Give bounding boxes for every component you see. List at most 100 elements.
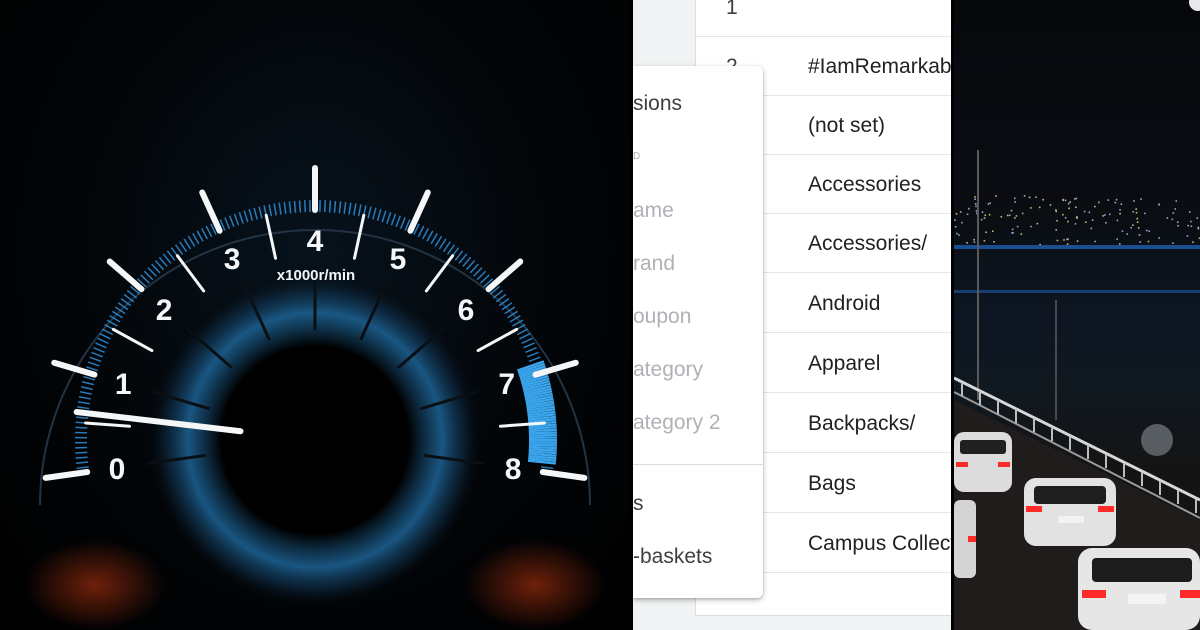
fine-tick [174,244,184,255]
gauge-number: 5 [390,243,407,276]
city-light [1138,234,1141,236]
city-light [1011,228,1014,231]
fine-tick [233,213,240,226]
major-tick [485,258,524,293]
city-light [1148,230,1150,232]
fine-tick [77,401,91,405]
fine-tick [399,217,406,229]
car [954,500,976,578]
dropdown-item[interactable]: ategory 2 [633,409,721,437]
fine-tick [273,203,277,216]
city-light [1140,198,1142,200]
city-light [1088,211,1091,214]
minor-tick [175,254,206,293]
fine-tick [158,256,168,267]
fine-tick [253,207,258,220]
waterfront-lights [954,245,1200,249]
row-label: #IamRemarkable [808,55,951,78]
city-light [985,231,987,234]
city-light [974,196,976,198]
dropdown-item[interactable]: ame [633,197,674,225]
fine-tick [154,260,165,271]
dropdown-item[interactable]: oupon [633,303,691,331]
dropdown-item[interactable]: rand [633,250,675,278]
dimension-dropdown-menu[interactable]: sions D ame rand oupon ategory ategory 2… [633,66,763,598]
fine-tick [93,346,105,353]
fine-tick [147,267,157,277]
city-light [974,198,976,201]
city-light [1075,197,1078,200]
city-light [1144,212,1146,215]
fine-tick [183,238,192,250]
city-light [959,211,962,213]
dropdown-item[interactable]: D [633,143,640,171]
city-light [954,219,956,221]
redline-tick [528,450,557,455]
city-light [1067,202,1070,205]
fine-tick [228,215,235,228]
gauge-number: 6 [458,294,475,327]
city-light [1085,221,1087,224]
city-light [1014,217,1016,219]
fine-tick [469,263,479,274]
city-light [1042,198,1045,201]
night-highway-scene [954,0,1200,630]
fine-tick [268,204,273,217]
city-light [1064,216,1067,219]
car [1024,478,1116,546]
fine-tick [480,274,490,284]
dropdown-item[interactable]: ategory [633,356,703,384]
minor-tick [111,327,154,353]
minor-tick [352,213,366,260]
city-light [1174,208,1177,210]
city-light [1094,205,1096,208]
city-light [1076,240,1079,242]
city-light [1116,238,1119,241]
fine-tick [458,253,468,264]
city-light [961,221,963,224]
fine-tick [492,289,504,299]
city-light [1036,222,1039,225]
fine-tick [196,230,204,242]
city-light [954,225,957,228]
fine-tick [303,200,307,213]
city-light [974,203,977,205]
city-light [1130,226,1132,229]
city-light [1104,214,1106,216]
dropdown-item[interactable]: s [633,490,644,518]
fine-tick [446,244,456,255]
table-row[interactable]: 1 [696,0,951,37]
city-light [1102,215,1104,217]
city-light [966,213,969,216]
dropdown-item[interactable]: sions [633,90,682,118]
city-light [1038,206,1041,209]
city-light [1055,209,1057,211]
row-label: Apparel [808,352,881,375]
city-light [1056,219,1058,222]
fine-tick [187,235,196,247]
city-light [1030,225,1032,228]
city-light [956,232,958,235]
fine-tick [99,332,111,340]
city-light [973,241,976,243]
row-label: Accessories/ [808,232,928,255]
fine-tick [140,274,150,284]
fine-tick [162,253,172,264]
fine-tick [525,346,537,353]
fine-tick [338,201,342,214]
fine-tick [97,337,109,345]
fine-tick [462,256,472,267]
fine-tick [528,356,541,363]
fine-tick [516,328,529,336]
dropdown-item[interactable]: -baskets [633,543,712,571]
fine-tick [395,215,402,228]
city-light [1063,239,1065,241]
city-light [1132,224,1134,227]
fine-tick [376,209,382,221]
city-light [975,205,977,208]
fine-tick [372,207,377,220]
city-light [1023,195,1026,197]
fine-tick [390,213,397,226]
fine-tick [288,201,292,214]
fine-tick [323,200,327,213]
